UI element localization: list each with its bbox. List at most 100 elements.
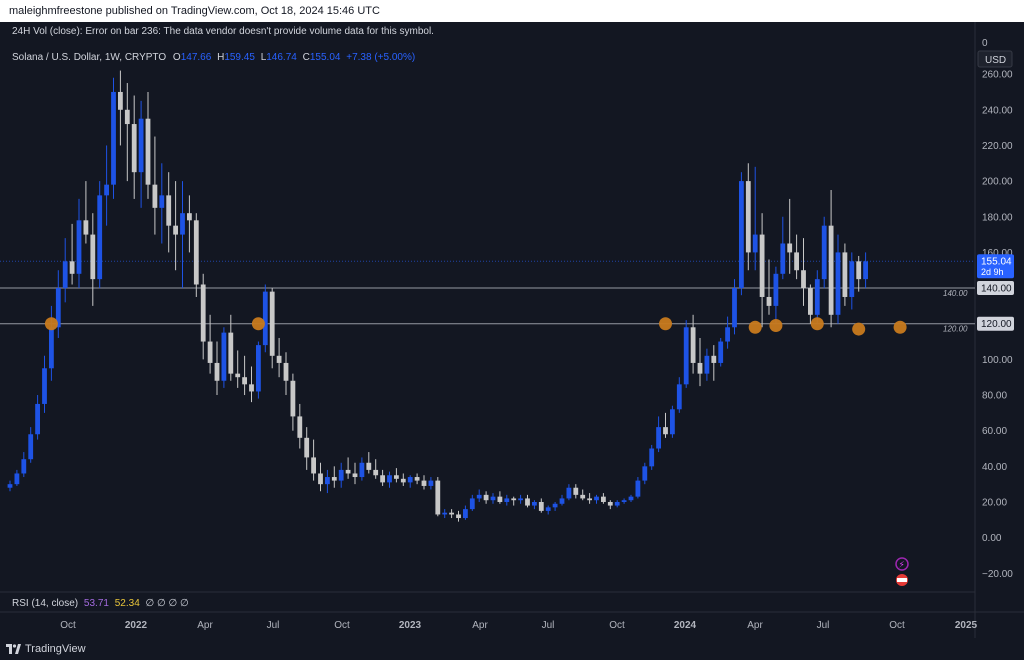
- candle-body[interactable]: [138, 118, 144, 173]
- support-touch-marker[interactable]: [769, 319, 783, 332]
- candle-body[interactable]: [331, 477, 337, 481]
- candle-body[interactable]: [587, 498, 592, 501]
- candle-body[interactable]: [173, 225, 178, 235]
- support-touch-marker[interactable]: [748, 320, 762, 334]
- candle-body[interactable]: [207, 341, 213, 363]
- candle-body[interactable]: [262, 291, 268, 346]
- candle-body[interactable]: [200, 284, 206, 342]
- candle-body[interactable]: [311, 457, 316, 474]
- candle-body[interactable]: [635, 480, 641, 497]
- candle-body[interactable]: [359, 462, 365, 478]
- candle-body[interactable]: [345, 469, 351, 474]
- candle-body[interactable]: [801, 270, 806, 289]
- candle-body[interactable]: [566, 487, 572, 499]
- candle-body[interactable]: [14, 473, 20, 485]
- candle-body[interactable]: [711, 355, 717, 363]
- candle-body[interactable]: [228, 332, 234, 374]
- candle-body[interactable]: [628, 496, 634, 501]
- candle-body[interactable]: [256, 345, 261, 392]
- candle-body[interactable]: [152, 184, 158, 208]
- candle-body[interactable]: [732, 288, 737, 328]
- candle-body[interactable]: [242, 377, 247, 385]
- candle-body[interactable]: [249, 384, 254, 392]
- candle-body[interactable]: [97, 195, 103, 280]
- candle-body[interactable]: [690, 327, 696, 363]
- candle-body[interactable]: [766, 296, 772, 306]
- candle-body[interactable]: [573, 487, 579, 495]
- candle-body[interactable]: [166, 195, 172, 226]
- candle-body[interactable]: [62, 261, 68, 289]
- candle-body[interactable]: [118, 91, 123, 110]
- candle-body[interactable]: [283, 362, 289, 381]
- candle-body[interactable]: [304, 437, 310, 458]
- candle-body[interactable]: [614, 501, 620, 506]
- candle-body[interactable]: [476, 494, 482, 499]
- tradingview-logo[interactable]: TradingView: [6, 638, 86, 660]
- candle-body[interactable]: [442, 512, 448, 515]
- candle-body[interactable]: [366, 462, 372, 470]
- candle-body[interactable]: [290, 380, 296, 417]
- candle-body[interactable]: [794, 252, 799, 271]
- candle-body[interactable]: [421, 480, 427, 486]
- candle-body[interactable]: [718, 341, 724, 363]
- candle-body[interactable]: [221, 332, 227, 381]
- candle-body[interactable]: [621, 500, 627, 502]
- candle-body[interactable]: [849, 261, 855, 297]
- candle-body[interactable]: [414, 477, 420, 481]
- candle-body[interactable]: [69, 261, 75, 274]
- candle-body[interactable]: [759, 234, 765, 297]
- candle-body[interactable]: [683, 327, 689, 385]
- support-touch-marker[interactable]: [893, 320, 907, 334]
- candle-body[interactable]: [104, 184, 109, 196]
- candle-body[interactable]: [787, 243, 793, 253]
- candle-body[interactable]: [835, 252, 841, 315]
- candle-body[interactable]: [518, 498, 523, 501]
- candle-body[interactable]: [725, 327, 730, 342]
- candle-body[interactable]: [559, 498, 565, 504]
- candle-body[interactable]: [352, 473, 358, 478]
- rsi-legend[interactable]: RSI (14, close) 53.71 52.34 ∅ ∅ ∅ ∅: [12, 598, 189, 609]
- candle-body[interactable]: [663, 427, 668, 435]
- candle-body[interactable]: [187, 213, 192, 221]
- candle-body[interactable]: [780, 243, 786, 274]
- candle-body[interactable]: [649, 448, 655, 467]
- candle-body[interactable]: [808, 288, 813, 315]
- candle-body[interactable]: [511, 498, 517, 501]
- candle-body[interactable]: [159, 195, 165, 208]
- price-chart[interactable]: 0USD260.00240.00220.00200.00180.00160.00…: [0, 22, 1024, 638]
- candle-body[interactable]: [387, 475, 392, 483]
- candle-body[interactable]: [42, 368, 47, 404]
- candle-body[interactable]: [145, 118, 151, 185]
- candle-body[interactable]: [318, 473, 323, 485]
- candle-body[interactable]: [545, 507, 551, 511]
- candle-body[interactable]: [821, 225, 827, 280]
- candle-body[interactable]: [269, 291, 275, 356]
- candle-body[interactable]: [463, 509, 468, 519]
- candle-body[interactable]: [676, 384, 682, 410]
- candle-body[interactable]: [90, 234, 96, 280]
- support-touch-marker[interactable]: [810, 317, 824, 331]
- candle-body[interactable]: [697, 362, 703, 374]
- candle-body[interactable]: [670, 409, 675, 435]
- candle-body[interactable]: [373, 469, 379, 476]
- candle-body[interactable]: [704, 355, 710, 374]
- candle-body[interactable]: [407, 477, 413, 483]
- candle-body[interactable]: [483, 494, 489, 501]
- candle-body[interactable]: [131, 124, 137, 173]
- candle-body[interactable]: [552, 503, 558, 508]
- candle-body[interactable]: [28, 434, 34, 460]
- candle-body[interactable]: [214, 362, 220, 381]
- candle-body[interactable]: [456, 514, 461, 519]
- candle-body[interactable]: [745, 181, 751, 253]
- support-touch-marker[interactable]: [659, 317, 672, 331]
- support-touch-marker[interactable]: [44, 317, 58, 331]
- candle-body[interactable]: [580, 494, 586, 499]
- candle-body[interactable]: [235, 373, 241, 378]
- candle-body[interactable]: [394, 475, 399, 479]
- candle-body[interactable]: [739, 181, 744, 289]
- candle-body[interactable]: [469, 498, 475, 510]
- candle-body[interactable]: [83, 220, 89, 235]
- support-touch-marker[interactable]: [251, 317, 265, 331]
- candle-body[interactable]: [642, 466, 648, 481]
- candle-body[interactable]: [773, 273, 779, 306]
